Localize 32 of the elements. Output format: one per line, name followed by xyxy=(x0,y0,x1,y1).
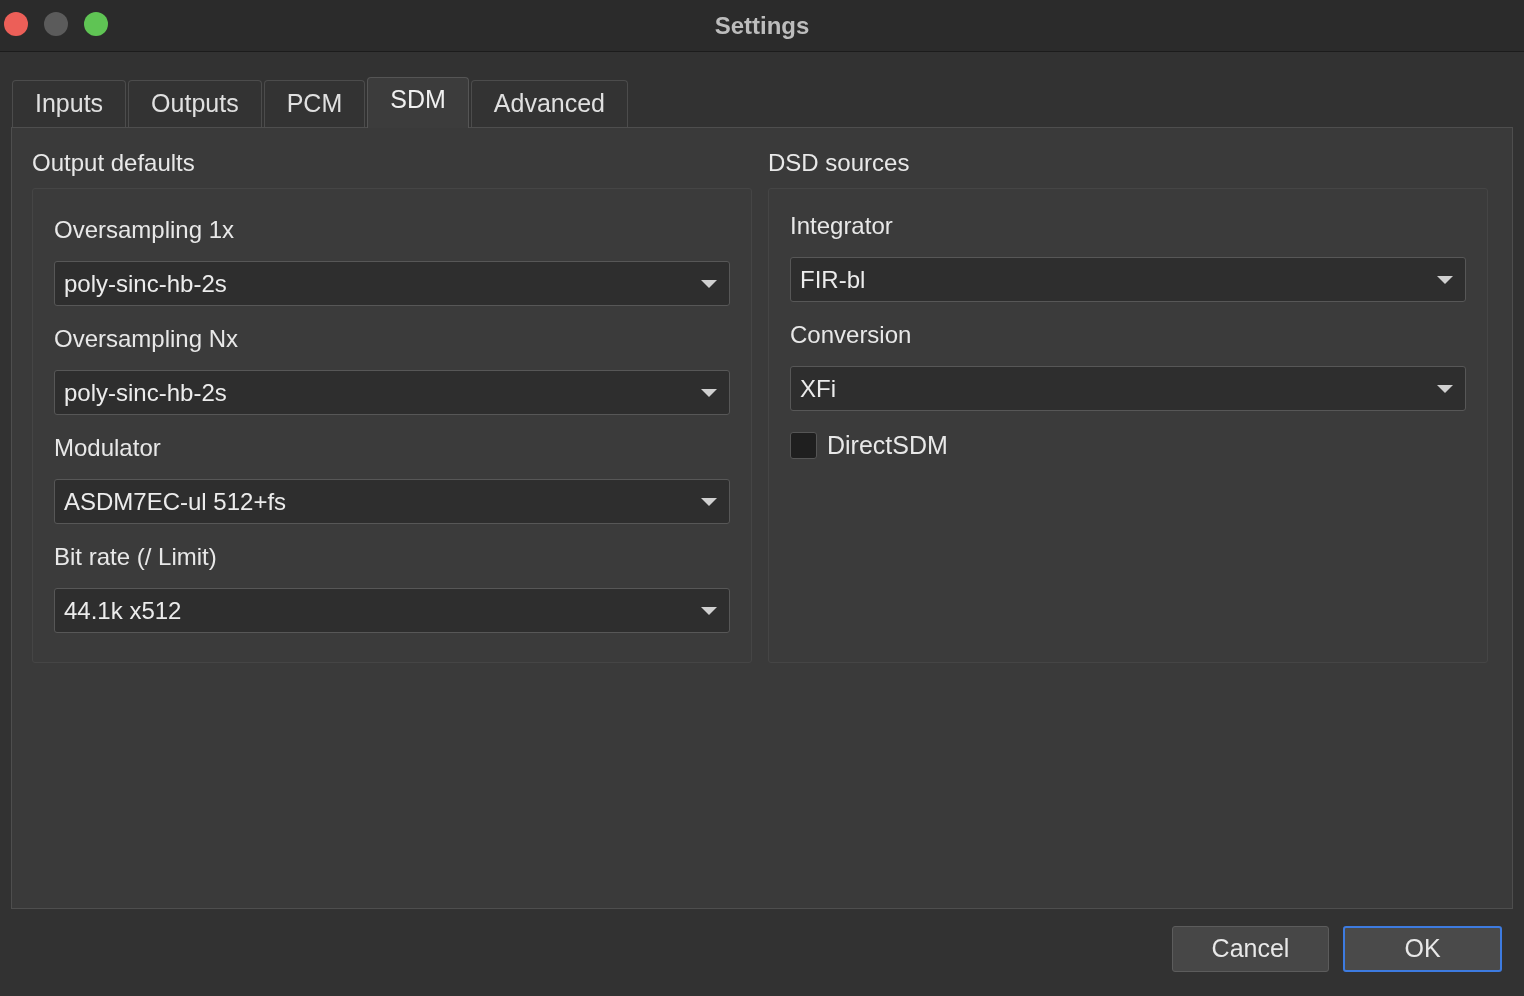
tab[interactable]: Inputs xyxy=(12,80,127,127)
dropdown[interactable]: ASDM7EC-ul 512+fs xyxy=(54,479,730,524)
section-title: Output defaults xyxy=(32,148,195,178)
dropdown[interactable]: poly-sinc-hb-2s xyxy=(54,261,730,306)
caret-icon xyxy=(701,497,717,506)
maximize-icon[interactable] xyxy=(84,12,108,36)
dialog-button[interactable]: OK xyxy=(1343,926,1502,972)
field-label: Oversampling Nx xyxy=(54,324,239,354)
field-label: Oversampling 1x xyxy=(54,215,235,245)
dropdown[interactable]: XFi xyxy=(790,366,1466,411)
dropdown[interactable]: poly-sinc-hb-2s xyxy=(54,370,730,415)
close-icon[interactable] xyxy=(4,12,28,36)
caret-icon xyxy=(1437,384,1453,393)
tab[interactable]: PCM xyxy=(263,80,366,127)
tab[interactable]: Outputs xyxy=(128,80,262,127)
checkbox[interactable] xyxy=(790,432,817,460)
dropdown[interactable]: 44.1k x512 xyxy=(54,588,730,633)
field-label: Conversion xyxy=(790,320,912,350)
checkbox-label: DirectSDM xyxy=(827,430,948,461)
caret-icon xyxy=(1437,275,1453,284)
tab[interactable]: Advanced xyxy=(470,80,628,127)
field-label: Modulator xyxy=(54,433,161,463)
dialog-button[interactable]: Cancel xyxy=(1172,926,1329,972)
window-title: Settings xyxy=(714,10,810,41)
tab[interactable]: SDM xyxy=(367,77,469,128)
field-label: Integrator xyxy=(790,211,893,241)
caret-icon xyxy=(701,279,717,288)
field-label: Bit rate (/ Limit) xyxy=(54,542,217,572)
section-title: DSD sources xyxy=(768,148,910,178)
caret-icon xyxy=(701,606,717,615)
caret-icon xyxy=(701,388,717,397)
dropdown[interactable]: FIR-bl xyxy=(790,257,1466,302)
